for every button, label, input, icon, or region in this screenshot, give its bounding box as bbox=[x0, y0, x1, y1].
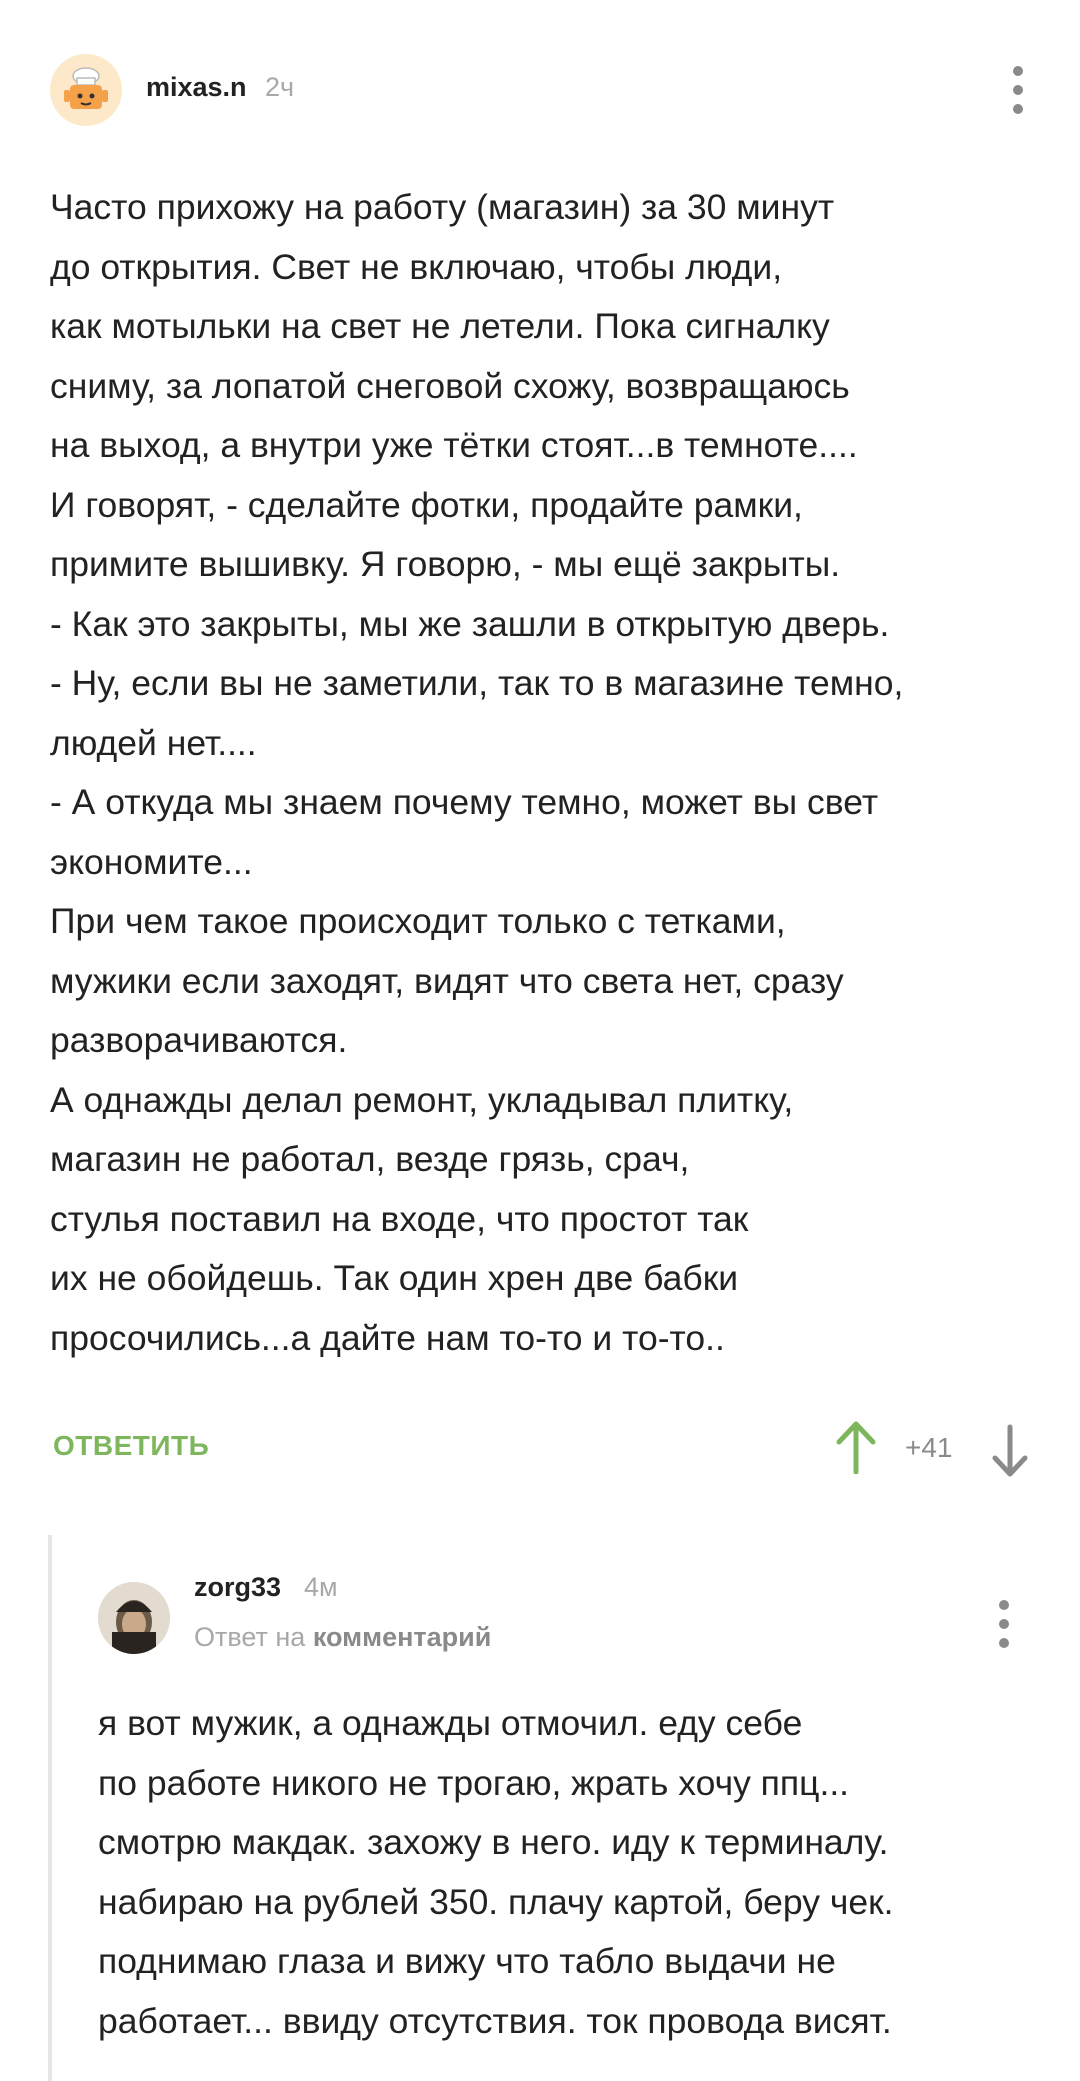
more-dot bbox=[999, 1600, 1009, 1610]
text-line: И говорят, - сделайте фотки, продайте ра… bbox=[50, 484, 803, 525]
avatar[interactable] bbox=[50, 54, 122, 126]
more-dot bbox=[999, 1619, 1009, 1629]
more-dot bbox=[1013, 104, 1023, 114]
text-line: их не обойдешь. Так один хрен две бабки bbox=[50, 1258, 739, 1298]
rating-value: +41 bbox=[905, 1432, 953, 1463]
reply-to-info: Ответ на комментарий bbox=[194, 1622, 491, 1653]
text-line: Часто прихожу на работу (магазин) за 30 … bbox=[50, 187, 835, 227]
text-line: просочились...а дайте нам то-то и то-то.… bbox=[50, 1317, 725, 1358]
text-line: смотрю макдак. захожу в него. иду к терм… bbox=[98, 1822, 889, 1862]
text-line: набираю на рублей 350. плачу картой, бер… bbox=[98, 1881, 894, 1922]
text-line: - Как это закрыты, мы же зашли в открыту… bbox=[50, 603, 890, 644]
text-line: А однажды делал ремонт, укладывал плитку… bbox=[50, 1079, 794, 1120]
text-line: людей нет.... bbox=[50, 722, 257, 763]
more-options-icon[interactable] bbox=[992, 1600, 1016, 1648]
user-photo-icon bbox=[98, 1582, 170, 1654]
arrow-down-icon[interactable] bbox=[990, 1424, 1030, 1478]
more-dot bbox=[1013, 85, 1023, 95]
text-line: по работе никого не трогаю, жрать хочу п… bbox=[98, 1762, 850, 1803]
text-line: экономите... bbox=[50, 841, 253, 882]
text-line: сниму, за лопатой снеговой схожу, возвра… bbox=[50, 365, 850, 406]
comment-header: mixas.n 2ч bbox=[50, 54, 1030, 126]
reply-to-link[interactable]: комментарий bbox=[313, 1622, 492, 1652]
text-line: мужики если заходят, видят что света нет… bbox=[50, 960, 844, 1001]
reply-avatar[interactable] bbox=[98, 1582, 170, 1654]
comment-actions: ОТВЕТИТЬ +41 bbox=[50, 1420, 1030, 1480]
reply-thread-line[interactable] bbox=[48, 1535, 52, 2081]
comment-time: 2ч bbox=[265, 72, 295, 102]
reply-text: я вот мужик, а однажды отмочил. еду себе… bbox=[98, 1694, 1058, 2051]
text-line: - А откуда мы знаем почему темно, может … bbox=[50, 782, 879, 822]
reply-header: zorg33 4м Ответ на комментарий bbox=[98, 1570, 1038, 1680]
more-options-icon[interactable] bbox=[1006, 66, 1030, 114]
more-dot bbox=[1013, 66, 1023, 76]
comment-text: Часто прихожу на работу (магазин) за 30 … bbox=[50, 178, 1040, 1368]
comment-author[interactable]: mixas.n bbox=[146, 72, 247, 103]
text-line: я вот мужик, а однажды отмочил. еду себе bbox=[98, 1703, 803, 1743]
text-line: до открытия. Свет не включаю, чтобы люди… bbox=[50, 246, 783, 287]
more-dot bbox=[999, 1638, 1009, 1648]
reply-time: 4м bbox=[304, 1572, 338, 1602]
reply-to-prefix: Ответ на bbox=[194, 1622, 306, 1652]
text-line: - Ну, если вы не заметили, так то в мага… bbox=[50, 663, 904, 703]
text-line: примите вышивку. Я говорю, - мы ещё закр… bbox=[50, 544, 841, 584]
text-line: магазин не работал, везде грязь, срач, bbox=[50, 1139, 690, 1179]
text-line: При чем такое происходит только с теткам… bbox=[50, 901, 786, 941]
text-line: разворачиваются. bbox=[50, 1020, 348, 1060]
text-line: поднимаю глаза и вижу что табло выдачи н… bbox=[98, 1941, 836, 1981]
text-line: на выход, а внутри уже тётки стоят...в т… bbox=[50, 425, 858, 465]
text-line: работает... ввиду отсутствия. ток провод… bbox=[98, 2000, 892, 2041]
text-line: как мотыльки на свет не летели. Пока сиг… bbox=[50, 306, 830, 346]
chef-avatar-icon bbox=[50, 54, 122, 126]
reply-button[interactable]: ОТВЕТИТЬ bbox=[53, 1430, 209, 1462]
reply-author[interactable]: zorg33 bbox=[194, 1572, 281, 1603]
arrow-up-icon[interactable] bbox=[833, 1420, 879, 1474]
text-line: стулья поставил на входе, что простот та… bbox=[50, 1198, 749, 1239]
